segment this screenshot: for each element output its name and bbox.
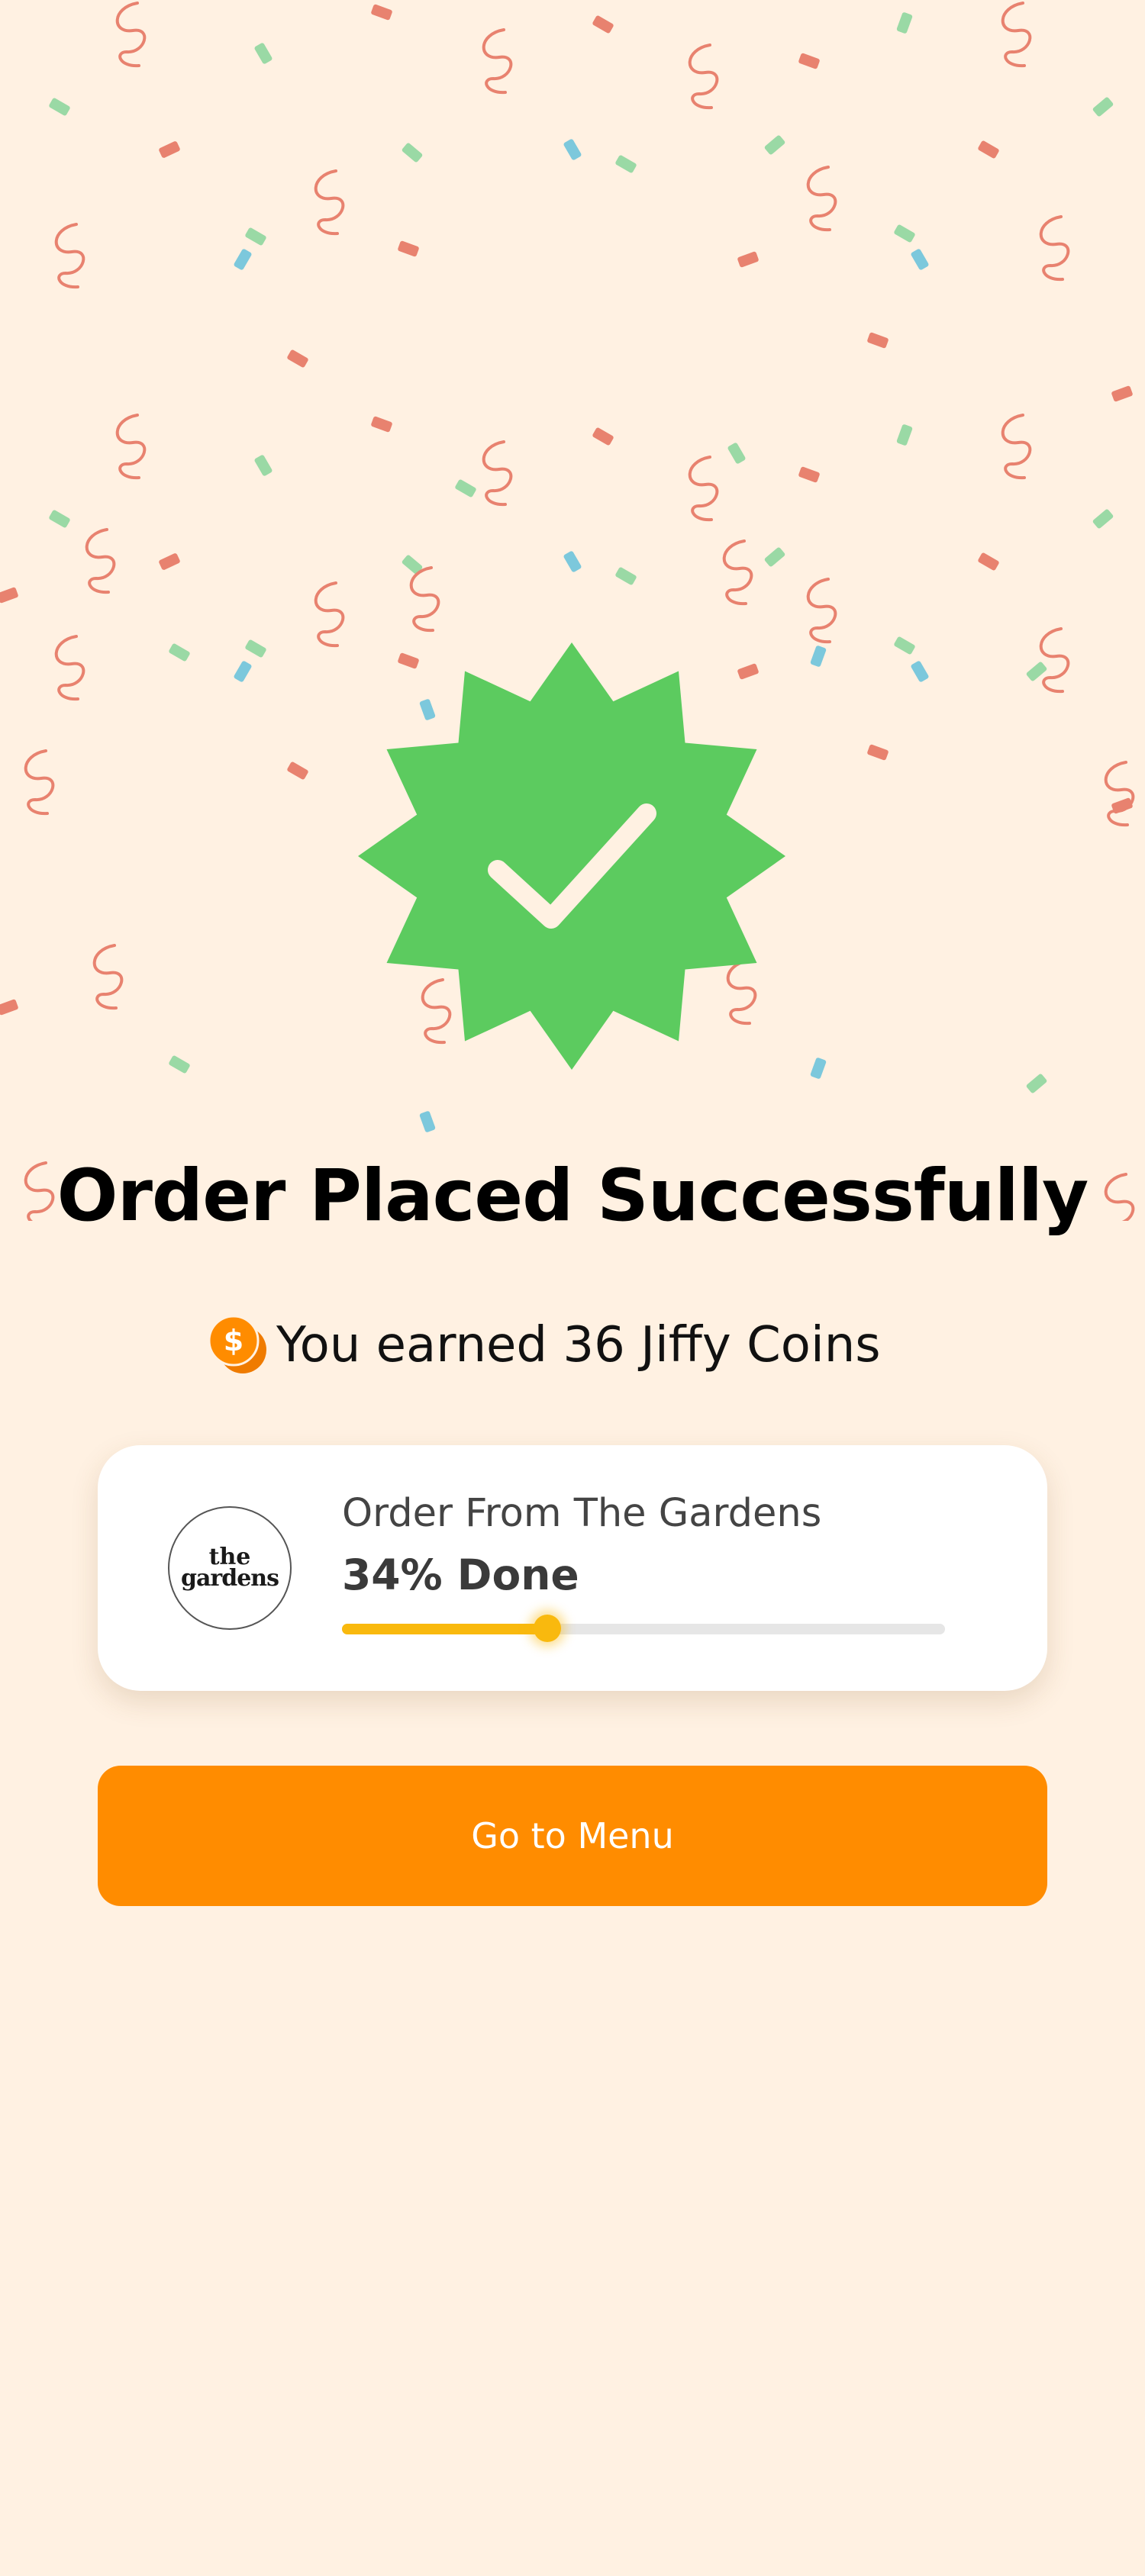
confetti-piece <box>688 43 719 110</box>
confetti-piece <box>402 143 423 163</box>
svg-text:$: $ <box>224 1324 244 1357</box>
confetti-piece <box>1111 385 1133 402</box>
confetti-piece <box>1039 215 1070 282</box>
check-badge-icon <box>358 642 785 1070</box>
confetti-piece <box>1039 627 1070 694</box>
confetti-piece <box>1026 1074 1047 1093</box>
confetti-piece <box>806 166 837 232</box>
confetti-piece <box>54 223 85 289</box>
confetti-piece <box>894 224 915 243</box>
confetti-piece <box>115 414 147 480</box>
order-title: Order From The Gardens <box>342 1491 822 1536</box>
confetti-piece <box>896 12 913 34</box>
order-progress-knob <box>533 1615 561 1642</box>
confetti-piece <box>592 15 614 34</box>
confetti-piece <box>419 1111 436 1132</box>
confetti-piece <box>911 661 929 682</box>
confetti-piece <box>737 251 759 268</box>
confetti-piece <box>688 456 719 522</box>
confetti-piece <box>1001 2 1032 68</box>
confetti-piece <box>482 440 513 507</box>
confetti-piece <box>798 53 820 69</box>
confetti-piece <box>1092 509 1114 529</box>
confetti-piece <box>810 1058 827 1079</box>
confetti-piece <box>49 510 70 528</box>
confetti-piece <box>92 944 124 1010</box>
confetti-piece <box>867 744 889 761</box>
confetti-piece <box>911 249 929 270</box>
confetti-piece <box>245 639 266 658</box>
confetti-piece <box>254 43 273 64</box>
confetti-piece <box>615 155 637 173</box>
confetti-piece <box>314 581 345 648</box>
confetti-piece <box>0 999 18 1016</box>
order-progress-bar <box>342 1615 945 1642</box>
confetti-piece <box>896 424 913 446</box>
confetti-piece <box>234 661 252 682</box>
confetti-piece <box>409 566 440 633</box>
confetti-piece <box>159 141 180 158</box>
confetti-piece <box>398 240 419 257</box>
coin-icon: $ <box>208 1315 266 1373</box>
confetti-piece <box>169 643 190 662</box>
confetti-piece <box>245 227 266 246</box>
confetti-piece <box>371 4 392 21</box>
confetti-piece <box>169 1055 190 1074</box>
confetti-piece <box>1001 414 1032 480</box>
confetti-piece <box>159 553 180 570</box>
order-progress-label: 34% Done <box>342 1550 579 1599</box>
confetti-piece <box>49 98 70 116</box>
page-title: Order Placed Successfully <box>56 1154 1089 1238</box>
confetti-piece <box>764 547 785 567</box>
confetti-piece <box>24 749 55 816</box>
confetti-piece <box>806 578 837 644</box>
order-progress-fill <box>342 1624 547 1634</box>
confetti-piece <box>798 466 820 483</box>
confetti-piece <box>402 555 423 575</box>
confetti-piece <box>234 249 252 270</box>
confetti-piece <box>314 169 345 236</box>
go-to-menu-button[interactable]: Go to Menu <box>98 1766 1047 1906</box>
confetti-piece <box>1104 761 1135 827</box>
confetti-piece <box>1092 97 1114 117</box>
confetti-piece <box>978 552 999 571</box>
confetti-piece <box>722 539 753 606</box>
confetti-piece <box>810 646 827 667</box>
confetti-piece <box>0 587 18 604</box>
confetti-piece <box>615 567 637 585</box>
confetti-piece <box>563 551 582 572</box>
confetti-piece <box>1026 662 1047 681</box>
confetti-piece <box>867 332 889 349</box>
coins-earned-text: You earned 36 Jiffy Coins <box>276 1317 881 1373</box>
confetti-piece <box>287 762 308 780</box>
confetti-piece <box>727 443 746 464</box>
confetti-piece <box>1111 797 1133 814</box>
coins-earned: $ You earned 36 Jiffy Coins <box>206 1311 881 1380</box>
confetti-piece <box>455 479 476 497</box>
confetti-piece <box>254 455 273 476</box>
confetti-piece <box>592 427 614 446</box>
logo-text-line2: gardens <box>181 1565 279 1592</box>
confetti-piece <box>85 528 116 594</box>
order-status-card[interactable]: the gardens Order From The Gardens 34% D… <box>98 1445 1047 1691</box>
confetti-piece <box>764 135 785 155</box>
confetti-piece <box>894 636 915 655</box>
confetti-piece <box>563 139 582 160</box>
confetti-piece <box>287 349 308 368</box>
confetti-piece <box>54 635 85 701</box>
confetti-piece <box>371 416 392 433</box>
confetti-piece <box>115 2 147 68</box>
restaurant-logo: the gardens <box>168 1506 292 1630</box>
confetti-piece <box>978 140 999 159</box>
confetti-piece <box>482 28 513 95</box>
